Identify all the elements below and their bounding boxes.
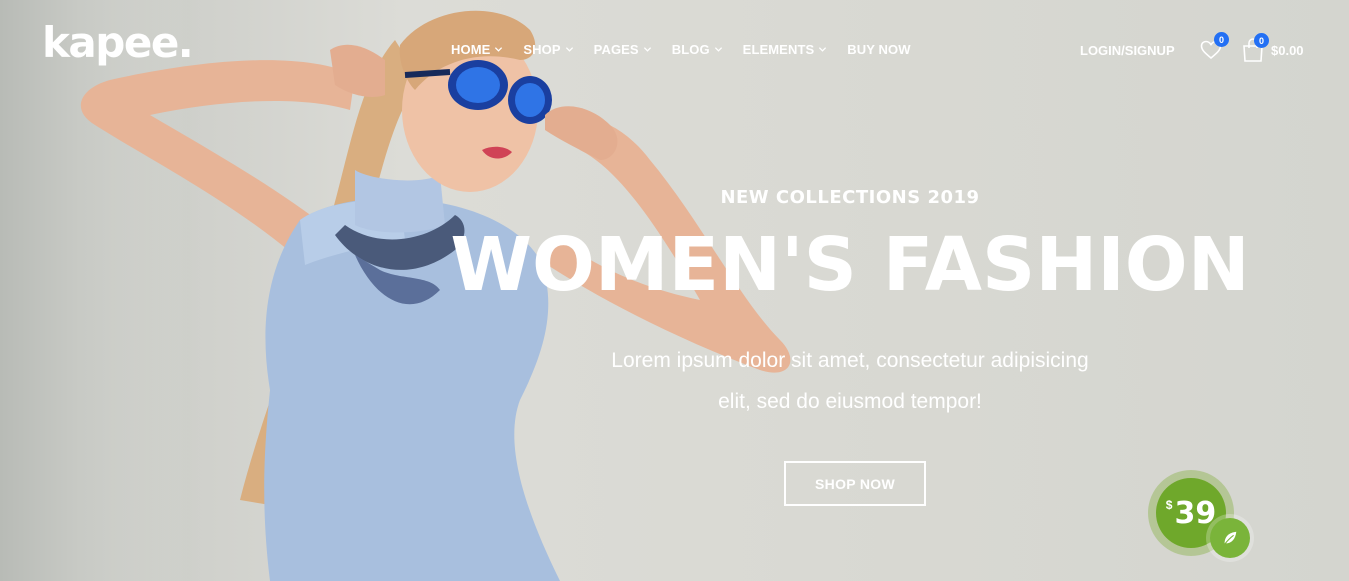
chevron-down-icon [714,45,723,54]
price-amount: 39 [1174,495,1217,531]
wishlist-button[interactable]: 0 [1199,32,1229,62]
nav-item-label: BUY NOW [847,42,911,57]
nav-item-label: PAGES [593,42,639,57]
hero-description-line: elit, sed do eiusmod tempor! [718,390,982,413]
nav-item-label: BLOG [671,42,710,57]
nav-item-elements[interactable]: ELEMENTS [743,42,828,57]
leaf-icon [1224,531,1237,545]
nav-item-blog[interactable]: BLOG [672,42,723,57]
chevron-down-icon [494,45,503,54]
cart-button[interactable]: 0 [1241,33,1269,63]
nav-item-pages[interactable]: PAGES [594,42,652,57]
hero-description-line: Lorem ipsum dolor sit amet, consectetur … [611,349,1089,372]
hero-banner: kapee. HOME SHOP PAGES BLOG ELEMENTS BUY… [0,0,1349,581]
wishlist-count-badge: 0 [1214,32,1229,47]
login-signup-link[interactable]: LOGIN/SIGNUP [1080,43,1175,58]
nav-item-label: ELEMENTS [742,42,815,57]
nav-item-label: SHOP [523,42,561,57]
cart-total[interactable]: $0.00 [1271,43,1304,58]
hero-subtitle: NEW COLLECTIONS 2019 [720,187,980,208]
hero-description: Lorem ipsum dolor sit amet, consectetur … [570,340,1130,422]
site-logo[interactable]: kapee. [42,22,194,64]
chevron-down-icon [643,45,652,54]
nav-item-label: HOME [451,42,491,57]
nav-item-buy-now[interactable]: BUY NOW [847,42,910,57]
chevron-down-icon [565,45,574,54]
price-currency: $ [1165,498,1173,512]
hero-title: WOMEN'S FASHION [450,222,1250,308]
chevron-down-icon [818,45,827,54]
cart-count-badge: 0 [1254,33,1269,48]
nav-item-home[interactable]: HOME [451,42,503,57]
leaf-button[interactable] [1210,518,1250,558]
main-navigation: HOME SHOP PAGES BLOG ELEMENTS BUY NOW [451,42,931,57]
price-badge[interactable]: $ 39 [1148,470,1258,570]
shop-now-button[interactable]: SHOP NOW [784,461,926,506]
nav-item-shop[interactable]: SHOP [523,42,573,57]
